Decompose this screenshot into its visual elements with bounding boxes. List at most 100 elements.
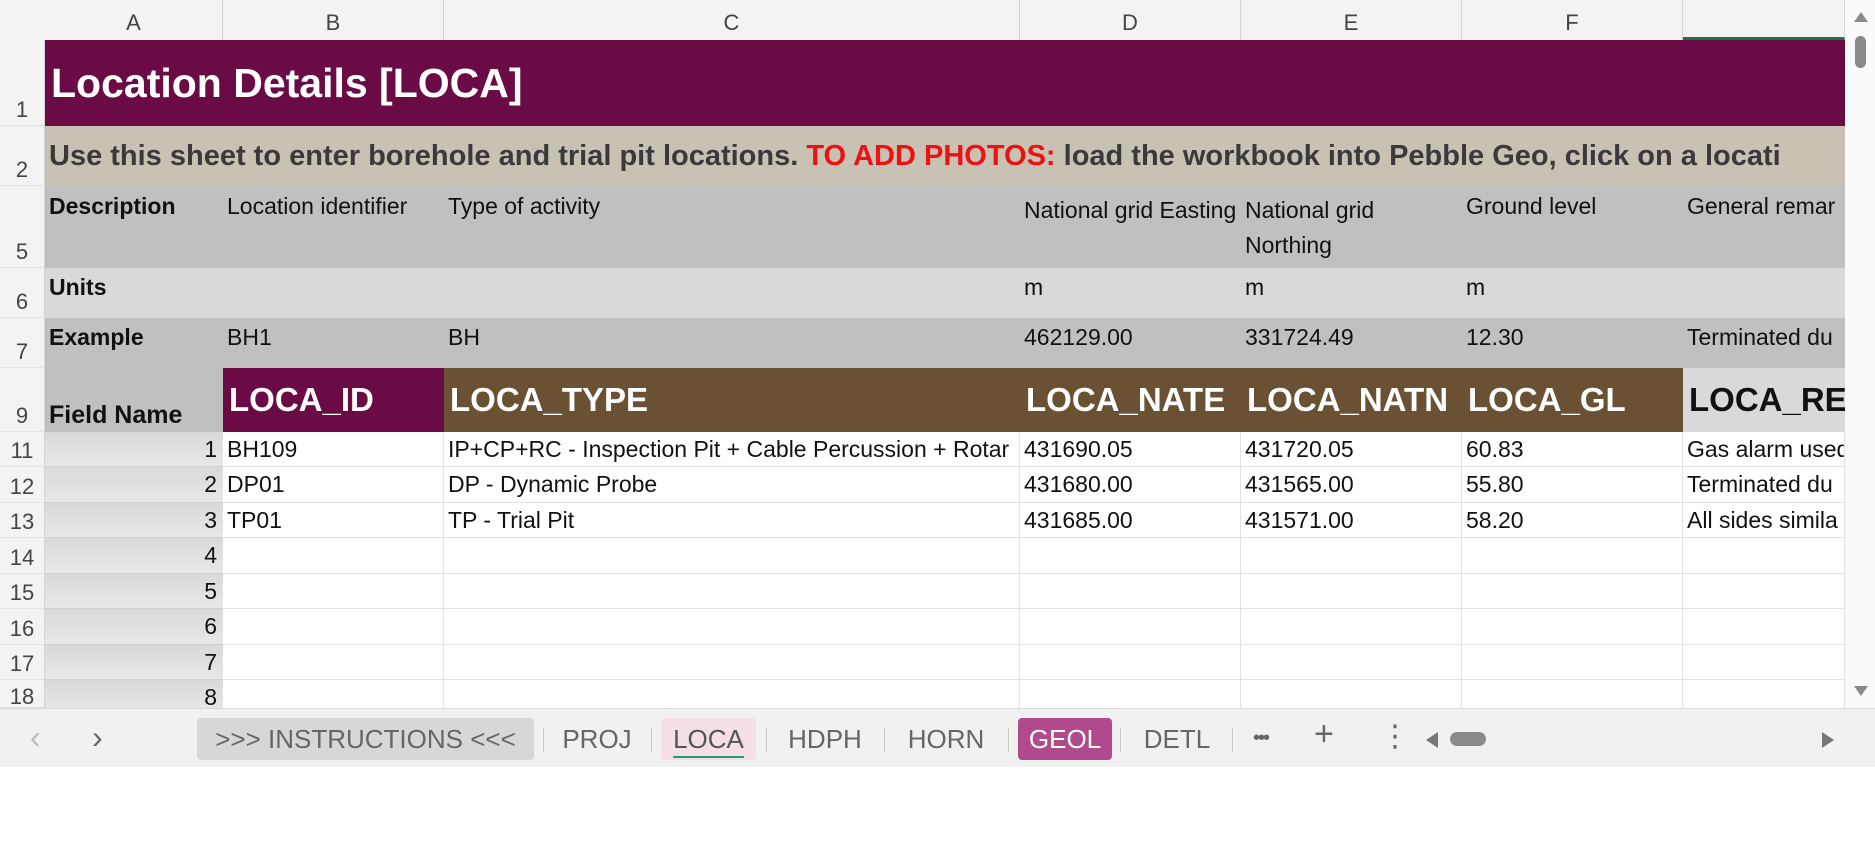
data-cell-ground-level[interactable]: 55.80 <box>1462 467 1683 503</box>
units-cell[interactable] <box>444 268 1020 318</box>
example-cell[interactable]: BH1 <box>223 318 444 368</box>
row-index-cell[interactable]: 4 <box>45 538 223 574</box>
tab-geol[interactable]: GEOL <box>1018 718 1112 760</box>
units-cell[interactable]: m <box>1241 268 1462 318</box>
data-cell-remarks[interactable] <box>1683 680 1845 708</box>
units-cell[interactable]: m <box>1020 268 1241 318</box>
description-easting[interactable]: National grid Easting <box>1020 186 1241 268</box>
tab-loca[interactable]: LOCA <box>661 718 756 760</box>
row-index-cell[interactable]: 1 <box>45 432 223 467</box>
column-header-d[interactable]: D <box>1020 0 1241 40</box>
row-header[interactable]: 5 <box>0 186 45 268</box>
row-header[interactable]: 2 <box>0 126 45 186</box>
row-header[interactable]: 16 <box>0 609 45 645</box>
data-cell-easting[interactable] <box>1020 574 1241 609</box>
data-cell-easting[interactable] <box>1020 538 1241 574</box>
horizontal-scroll-thumb[interactable] <box>1450 732 1486 746</box>
data-cell-easting[interactable] <box>1020 645 1241 680</box>
field-loca-gl[interactable]: LOCA_GL <box>1462 368 1683 432</box>
data-cell-easting[interactable] <box>1020 609 1241 645</box>
data-cell-northing[interactable] <box>1241 645 1462 680</box>
data-cell-ground-level[interactable]: 60.83 <box>1462 432 1683 467</box>
row-header[interactable]: 9 <box>0 368 45 432</box>
row-header[interactable]: 18 <box>0 680 45 708</box>
description-ground-level[interactable]: Ground level <box>1462 186 1683 268</box>
data-cell-loca-type[interactable]: TP - Trial Pit <box>444 503 1020 538</box>
row-index-cell[interactable]: 6 <box>45 609 223 645</box>
data-cell-easting[interactable] <box>1020 680 1241 708</box>
units-cell[interactable] <box>1683 268 1845 318</box>
data-cell-loca-type[interactable] <box>444 609 1020 645</box>
data-cell-loca-type[interactable]: IP+CP+RC - Inspection Pit + Cable Percus… <box>444 432 1020 467</box>
data-cell-remarks[interactable]: Gas alarm used <box>1683 432 1845 467</box>
data-cell-ground-level[interactable] <box>1462 538 1683 574</box>
sheet-title[interactable]: Location Details [LOCA] <box>45 40 1845 126</box>
data-cell-ground-level[interactable] <box>1462 680 1683 708</box>
scroll-down-icon[interactable] <box>1854 686 1868 696</box>
previous-sheet-icon[interactable]: ‹ <box>30 719 41 756</box>
row-index-cell[interactable]: 3 <box>45 503 223 538</box>
row-index-cell[interactable]: 2 <box>45 467 223 503</box>
data-cell-ground-level[interactable]: 58.20 <box>1462 503 1683 538</box>
data-cell-remarks[interactable] <box>1683 538 1845 574</box>
description-remarks[interactable]: General remar <box>1683 186 1845 268</box>
units-label[interactable]: Units <box>45 268 223 318</box>
column-header-e[interactable]: E <box>1241 0 1462 40</box>
example-cell[interactable]: BH <box>444 318 1020 368</box>
field-loca-natn[interactable]: LOCA_NATN <box>1241 368 1462 432</box>
description-activity-type[interactable]: Type of activity <box>444 186 1020 268</box>
example-cell[interactable]: 331724.49 <box>1241 318 1462 368</box>
row-index-cell[interactable]: 5 <box>45 574 223 609</box>
tab-hdph[interactable]: HDPH <box>776 718 874 760</box>
data-cell-remarks[interactable] <box>1683 645 1845 680</box>
data-cell-easting[interactable]: 431680.00 <box>1020 467 1241 503</box>
row-header[interactable]: 6 <box>0 268 45 318</box>
data-cell-remarks[interactable]: Terminated du <box>1683 467 1845 503</box>
example-cell[interactable]: Terminated du <box>1683 318 1845 368</box>
data-cell-northing[interactable] <box>1241 680 1462 708</box>
instruction-banner[interactable]: Use this sheet to enter borehole and tri… <box>45 126 1845 186</box>
row-header[interactable]: 7 <box>0 318 45 368</box>
row-header[interactable]: 17 <box>0 645 45 680</box>
data-cell-loca-id[interactable]: BH109 <box>223 432 444 467</box>
row-header[interactable]: 1 <box>0 40 45 126</box>
data-cell-easting[interactable]: 431690.05 <box>1020 432 1241 467</box>
example-label[interactable]: Example <box>45 318 223 368</box>
data-cell-northing[interactable] <box>1241 609 1462 645</box>
data-cell-loca-id[interactable]: TP01 <box>223 503 444 538</box>
data-cell-loca-id[interactable] <box>223 574 444 609</box>
next-sheet-icon[interactable]: › <box>92 719 103 756</box>
more-sheets-icon[interactable]: ••• <box>1253 727 1270 750</box>
data-cell-northing[interactable]: 431565.00 <box>1241 467 1462 503</box>
units-cell[interactable]: m <box>1462 268 1683 318</box>
data-cell-loca-type[interactable] <box>444 538 1020 574</box>
data-cell-remarks[interactable] <box>1683 574 1845 609</box>
description-northing[interactable]: National grid Northing <box>1241 186 1462 268</box>
sheet-grid[interactable]: A B C D E F 1 2 5 6 7 9 11 12 13 14 15 1… <box>0 0 1845 708</box>
data-cell-loca-id[interactable] <box>223 680 444 708</box>
data-cell-northing[interactable]: 431720.05 <box>1241 432 1462 467</box>
vertical-scroll-thumb[interactable] <box>1855 36 1866 68</box>
field-name-label[interactable]: Field Name <box>45 368 223 432</box>
example-cell[interactable]: 462129.00 <box>1020 318 1241 368</box>
scroll-left-icon[interactable] <box>1426 732 1438 748</box>
row-header[interactable]: 15 <box>0 574 45 609</box>
data-cell-remarks[interactable]: All sides simila <box>1683 503 1845 538</box>
data-cell-ground-level[interactable] <box>1462 574 1683 609</box>
row-index-cell[interactable]: 7 <box>45 645 223 680</box>
description-location-id[interactable]: Location identifier <box>223 186 444 268</box>
data-cell-remarks[interactable] <box>1683 609 1845 645</box>
tab-detl[interactable]: DETL <box>1130 718 1224 760</box>
data-cell-loca-id[interactable] <box>223 645 444 680</box>
column-header-g[interactable] <box>1683 0 1845 40</box>
tab-instructions[interactable]: >>> INSTRUCTIONS <<< <box>197 718 534 760</box>
tab-proj[interactable]: PROJ <box>553 718 641 760</box>
tab-horn[interactable]: HORN <box>894 718 998 760</box>
vertical-scrollbar[interactable] <box>1845 0 1875 708</box>
data-cell-northing[interactable]: 431571.00 <box>1241 503 1462 538</box>
data-cell-loca-id[interactable] <box>223 609 444 645</box>
scroll-up-icon[interactable] <box>1854 12 1868 22</box>
field-loca-id[interactable]: LOCA_ID <box>223 368 444 432</box>
row-header[interactable]: 13 <box>0 503 45 538</box>
row-header[interactable]: 11 <box>0 432 45 467</box>
